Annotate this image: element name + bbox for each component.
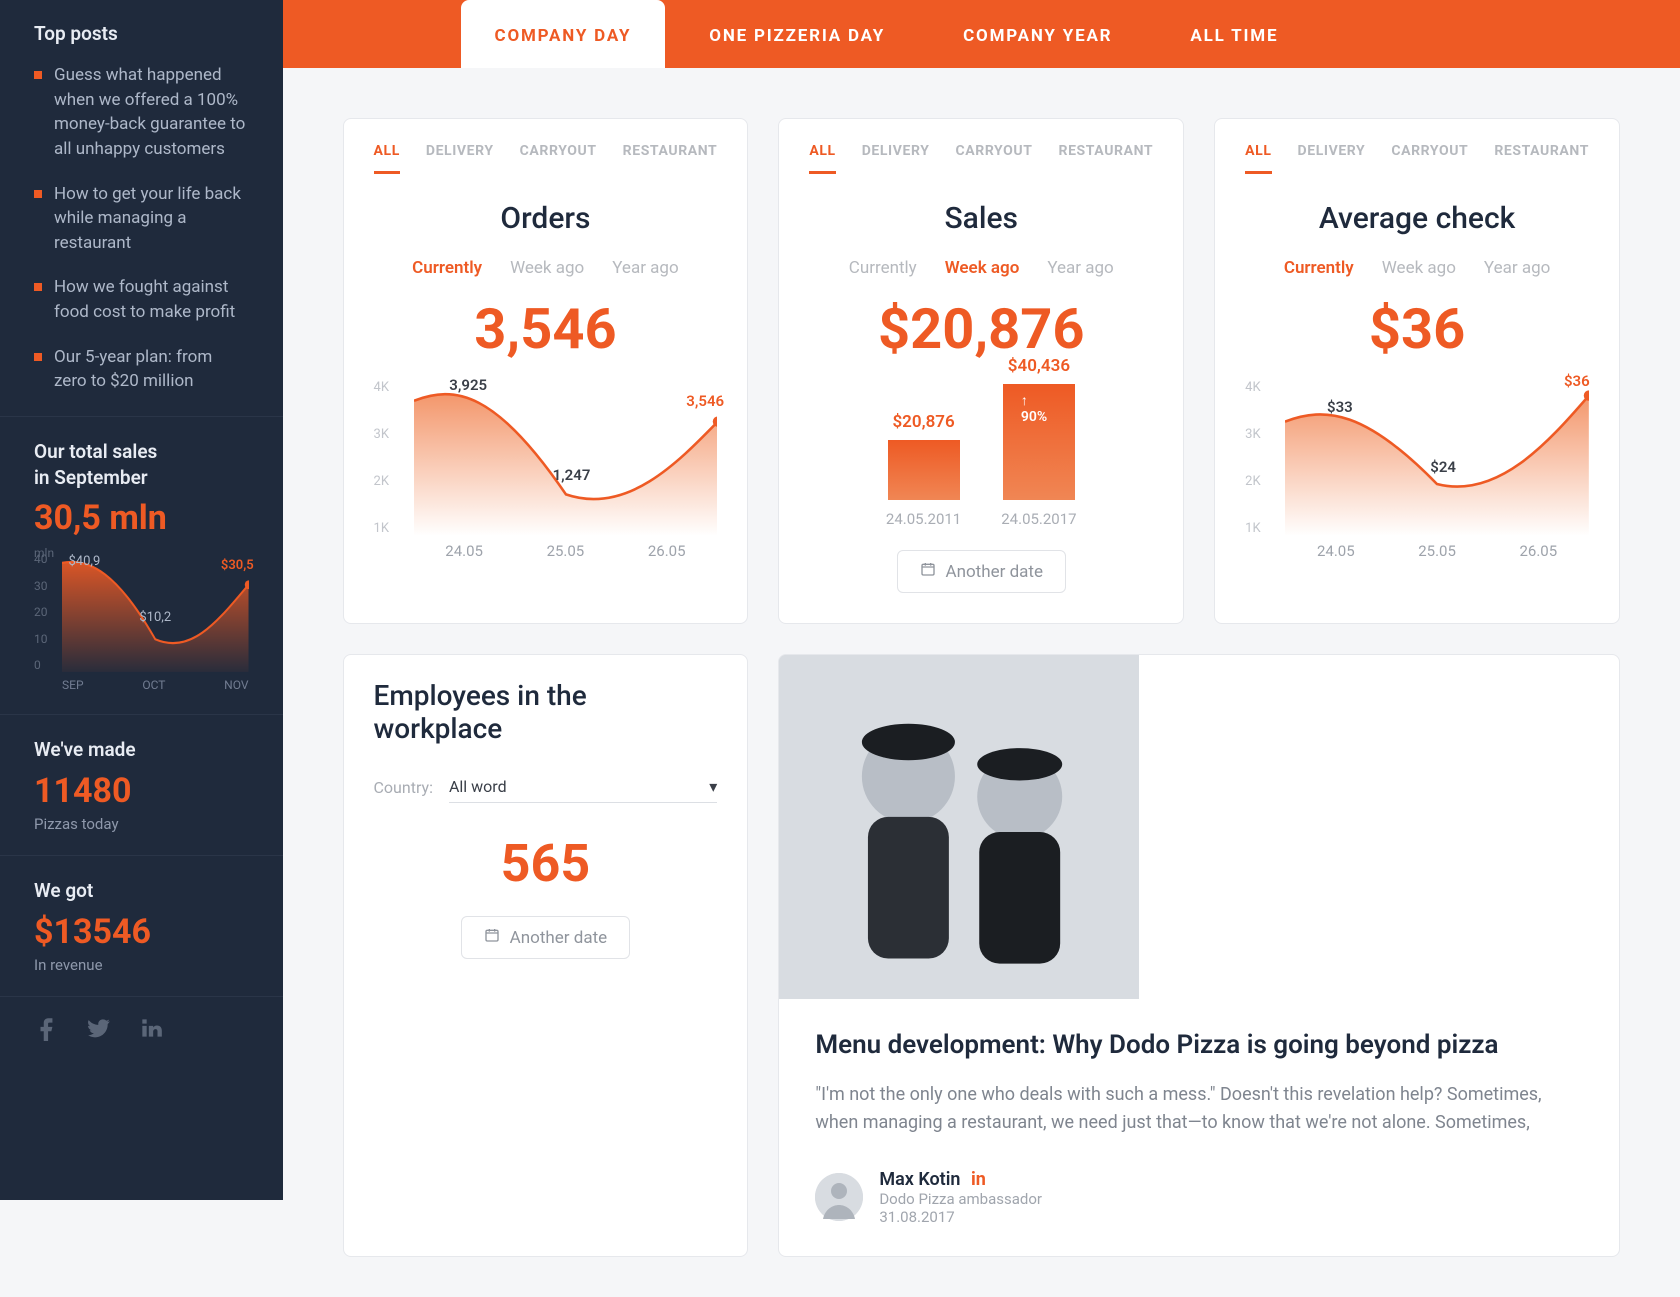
card-tab-carryout[interactable]: CARRYOUT: [520, 143, 597, 174]
total-sales-title: Our total salesin September: [34, 439, 249, 490]
twitter-icon[interactable]: [86, 1015, 112, 1046]
sales-card: ALL DELIVERY CARRYOUT RESTAURANT Sales C…: [778, 118, 1184, 624]
orders-channel-tabs: ALL DELIVERY CARRYOUT RESTAURANT: [374, 143, 718, 175]
avg-channel-tabs: ALL DELIVERY CARRYOUT RESTAURANT: [1245, 143, 1589, 175]
top-post-link[interactable]: How we fought against food cost to make …: [34, 275, 249, 324]
top-post-link[interactable]: How to get your life back while managing…: [34, 182, 249, 256]
sales-chart: $20,876 24.05.2011 $40,436 ↑ 90% 24.05.2…: [809, 388, 1153, 528]
period-year-ago[interactable]: Year ago: [1484, 258, 1550, 278]
card-tab-delivery[interactable]: DELIVERY: [862, 143, 930, 174]
card-tab-restaurant[interactable]: RESTAURANT: [1494, 143, 1589, 174]
article-text: "I'm not the only one who deals with suc…: [815, 1081, 1583, 1137]
sales-value: $20,876: [809, 296, 1153, 362]
author-name: Max Kotin: [879, 1169, 960, 1190]
period-week-ago[interactable]: Week ago: [945, 258, 1020, 278]
period-week-ago[interactable]: Week ago: [1382, 258, 1456, 278]
period-currently[interactable]: Currently: [1284, 258, 1354, 278]
revenue-value: $13546: [34, 912, 249, 952]
chevron-down-icon: ▾: [709, 777, 717, 796]
article-date: 31.08.2017: [879, 1208, 1042, 1226]
avg-value: $36: [1245, 296, 1589, 362]
social-links: [0, 997, 283, 1064]
tab-all-time[interactable]: ALL TIME: [1156, 4, 1312, 68]
card-tab-all[interactable]: ALL: [1245, 143, 1271, 174]
author-role: Dodo Pizza ambassador: [879, 1190, 1042, 1208]
linkedin-icon[interactable]: in: [971, 1169, 986, 1190]
facebook-icon[interactable]: [34, 1015, 60, 1046]
card-tab-restaurant[interactable]: RESTAURANT: [623, 143, 718, 174]
total-sales-section: Our total salesin September 30,5 mln mln…: [0, 417, 283, 715]
main: COMPANY DAY ONE PIZZERIA DAY COMPANY YEA…: [283, 0, 1680, 1200]
card-tab-delivery[interactable]: DELIVERY: [1298, 143, 1366, 174]
period-currently[interactable]: Currently: [849, 258, 917, 278]
orders-card: ALL DELIVERY CARRYOUT RESTAURANT Orders …: [343, 118, 749, 624]
avg-chart: 4K3K2K1K $33 $24 $36 24.0525.0526.05: [1245, 380, 1589, 560]
sidebar: Top posts Guess what happened when we of…: [0, 0, 283, 1200]
pizzas-value: 11480: [34, 771, 249, 811]
bullet-icon: [34, 190, 42, 198]
revenue-stat: We got $13546 In revenue: [0, 856, 283, 997]
period-year-ago[interactable]: Year ago: [612, 258, 678, 278]
author: Max Kotin in Dodo Pizza ambassador 31.08…: [815, 1169, 1583, 1226]
card-tab-all[interactable]: ALL: [374, 143, 400, 174]
article-card[interactable]: Menu development: Why Dodo Pizza is goin…: [778, 654, 1620, 1257]
linkedin-icon[interactable]: [138, 1015, 164, 1046]
bullet-icon: [34, 71, 42, 79]
period-currently[interactable]: Currently: [412, 258, 482, 278]
calendar-icon: [484, 927, 500, 948]
total-sales-value: 30,5 mln: [34, 498, 249, 538]
tab-one-pizzeria[interactable]: ONE PIZZERIA DAY: [675, 4, 919, 68]
article-title: Menu development: Why Dodo Pizza is goin…: [815, 1029, 1583, 1063]
article-photo: [779, 655, 1139, 999]
employees-card: Employees in the workplace Country: All …: [343, 654, 749, 1257]
total-sales-chart: mln 403020100 $40,9 $10,2 $30,5 SEPOCTNO…: [34, 552, 249, 692]
orders-chart: 4K3K2K1K 3,925 1,247 3,546 24.0525.0526.…: [374, 380, 718, 560]
card-tab-restaurant[interactable]: RESTAURANT: [1059, 143, 1154, 174]
top-post-link[interactable]: Our 5-year plan: from zero to $20 millio…: [34, 345, 249, 394]
tab-company-day[interactable]: COMPANY DAY: [461, 0, 666, 68]
card-tab-all[interactable]: ALL: [809, 143, 835, 174]
growth-badge: ↑ 90%: [1021, 392, 1057, 425]
tab-company-year[interactable]: COMPANY YEAR: [929, 4, 1146, 68]
orders-title: Orders: [374, 201, 718, 236]
avatar: [815, 1173, 863, 1221]
calendar-icon: [920, 561, 936, 582]
top-post-link[interactable]: Guess what happened when we offered a 10…: [34, 63, 249, 162]
country-select[interactable]: All word ▾: [449, 771, 717, 803]
sales-channel-tabs: ALL DELIVERY CARRYOUT RESTAURANT: [809, 143, 1153, 175]
employees-title: Employees in the workplace: [374, 679, 718, 745]
time-range-tabs: COMPANY DAY ONE PIZZERIA DAY COMPANY YEA…: [283, 0, 1680, 68]
employees-value: 565: [374, 833, 718, 894]
card-tab-delivery[interactable]: DELIVERY: [426, 143, 494, 174]
country-label: Country:: [374, 778, 433, 797]
card-tab-carryout[interactable]: CARRYOUT: [955, 143, 1032, 174]
top-posts-title: Top posts: [34, 22, 249, 45]
sales-title: Sales: [809, 201, 1153, 236]
another-date-button[interactable]: Another date: [461, 916, 631, 959]
another-date-button[interactable]: Another date: [897, 550, 1067, 593]
period-year-ago[interactable]: Year ago: [1047, 258, 1113, 278]
period-week-ago[interactable]: Week ago: [510, 258, 584, 278]
orders-value: 3,546: [374, 296, 718, 362]
bullet-icon: [34, 283, 42, 291]
top-posts-section: Top posts Guess what happened when we of…: [0, 0, 283, 417]
avg-check-card: ALL DELIVERY CARRYOUT RESTAURANT Average…: [1214, 118, 1620, 624]
avg-title: Average check: [1245, 201, 1589, 236]
pizzas-stat: We've made 11480 Pizzas today: [0, 715, 283, 856]
bullet-icon: [34, 353, 42, 361]
card-tab-carryout[interactable]: CARRYOUT: [1391, 143, 1468, 174]
